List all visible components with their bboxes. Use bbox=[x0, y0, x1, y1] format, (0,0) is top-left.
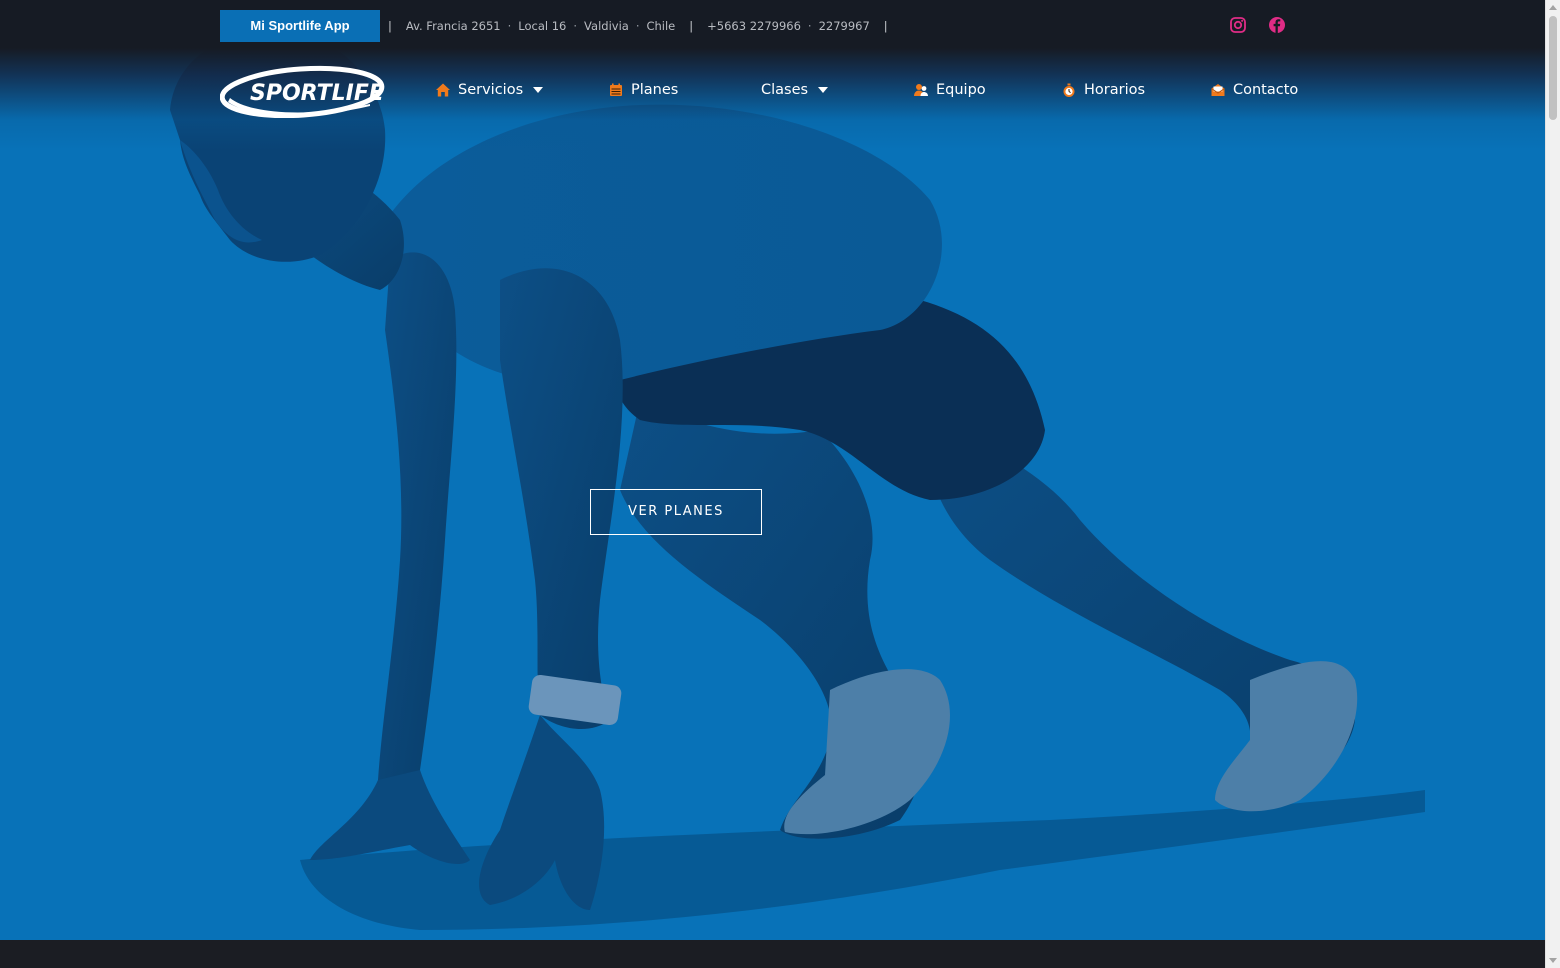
calendar-icon bbox=[610, 83, 622, 96]
envelope-icon bbox=[1211, 84, 1225, 96]
nav-contacto[interactable]: Contacto bbox=[1210, 78, 1298, 102]
chevron-down-icon bbox=[818, 87, 829, 93]
phone-primary[interactable]: +5663 2279966 bbox=[707, 19, 801, 33]
page: Mi Sportlife App | Av. Francia 2651 · Lo… bbox=[0, 0, 1560, 968]
sportlife-app-button[interactable]: Mi Sportlife App bbox=[220, 10, 380, 42]
sportlife-logo[interactable]: SPORTLIFE bbox=[220, 62, 388, 118]
scroll-up-arrow-icon[interactable] bbox=[1549, 5, 1557, 10]
chevron-down-icon bbox=[533, 87, 544, 93]
dot-separator: · bbox=[635, 19, 640, 33]
ver-planes-button[interactable]: VER PLANES bbox=[590, 489, 762, 535]
page-scrollbar[interactable] bbox=[1545, 0, 1560, 968]
nav-servicios[interactable]: Servicios bbox=[435, 78, 544, 102]
dot-separator: · bbox=[573, 19, 578, 33]
main-navigation: SPORTLIFE Servicios Planes Clases Equipo… bbox=[0, 58, 1545, 122]
dot-separator: · bbox=[807, 19, 812, 33]
logo-text: SPORTLIFE bbox=[250, 81, 384, 106]
separator: | bbox=[388, 19, 392, 33]
city-text: Valdivia bbox=[584, 19, 629, 33]
scroll-down-arrow-icon[interactable] bbox=[1549, 958, 1557, 963]
next-section-strip bbox=[0, 940, 1545, 968]
stopwatch-icon bbox=[1063, 83, 1075, 97]
nav-equipo[interactable]: Equipo bbox=[913, 78, 986, 102]
address-text: Av. Francia 2651 bbox=[405, 19, 501, 33]
separator: | bbox=[883, 19, 888, 33]
instagram-icon[interactable] bbox=[1229, 16, 1247, 34]
nav-clases[interactable]: Clases bbox=[761, 78, 829, 102]
contact-info: | Av. Francia 2651 · Local 16 · Valdivia… bbox=[388, 18, 902, 34]
separator: | bbox=[689, 19, 694, 33]
nav-label: Servicios bbox=[458, 82, 524, 98]
nav-label: Contacto bbox=[1233, 82, 1299, 98]
facebook-icon[interactable] bbox=[1268, 16, 1286, 34]
nav-label: Clases bbox=[761, 82, 809, 98]
home-icon bbox=[436, 83, 450, 97]
nav-label: Horarios bbox=[1084, 82, 1146, 98]
hero-section bbox=[0, 0, 1545, 940]
nav-planes[interactable]: Planes bbox=[608, 78, 678, 102]
phone-secondary[interactable]: 2279967 bbox=[819, 19, 870, 33]
nav-label: Equipo bbox=[936, 82, 986, 98]
country-text: Chile bbox=[646, 19, 676, 33]
top-info-bar: Mi Sportlife App | Av. Francia 2651 · Lo… bbox=[0, 0, 1545, 50]
local-text: Local 16 bbox=[518, 19, 567, 33]
nav-horarios[interactable]: Horarios bbox=[1061, 78, 1145, 102]
nav-label: Planes bbox=[631, 82, 679, 98]
scrollbar-thumb[interactable] bbox=[1549, 16, 1557, 120]
dot-separator: · bbox=[507, 19, 512, 33]
team-icon bbox=[914, 84, 928, 96]
